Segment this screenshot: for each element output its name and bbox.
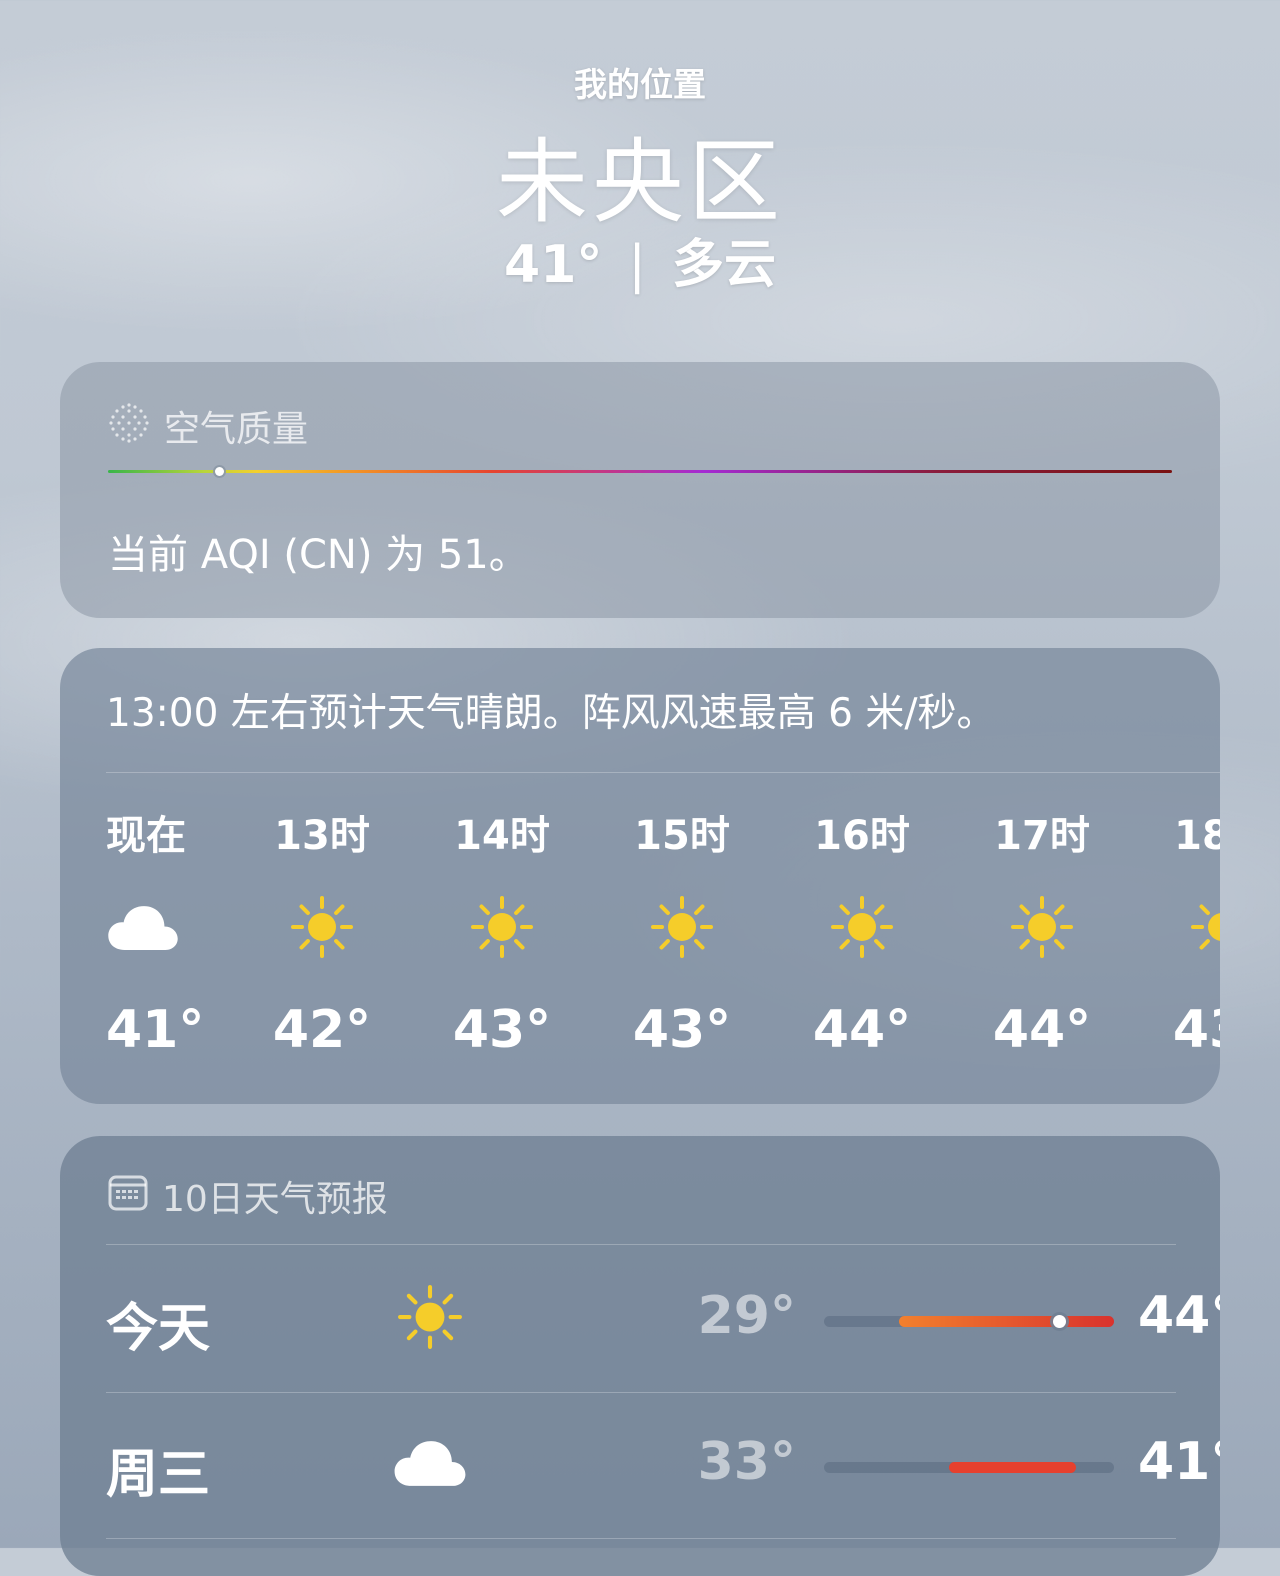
temperature-range-fill xyxy=(899,1316,1114,1327)
hour-temperature: 43° xyxy=(632,1000,732,1060)
ten-day-forecast-card[interactable]: 10日天气预报 今天 29° 44° 周三 33° 41° xyxy=(60,1136,1220,1576)
hourly-item: 18时 43° xyxy=(1132,808,1220,1060)
day-name: 今天 xyxy=(106,1299,211,1359)
ten-day-header: 10日天气预报 xyxy=(108,1170,388,1222)
temperature-range-bar xyxy=(824,1315,1114,1328)
air-quality-title: 空气质量 xyxy=(164,409,309,450)
air-quality-header: 空气质量 xyxy=(108,400,308,452)
sun-icon xyxy=(412,890,592,964)
current-condition-text: 多云 xyxy=(671,235,776,295)
day-name: 周三 xyxy=(106,1445,211,1505)
divider xyxy=(106,1244,1176,1245)
sun-icon xyxy=(952,890,1132,964)
current-temperature-dot xyxy=(1052,1315,1066,1328)
temperature-range-bar xyxy=(824,1462,1114,1473)
sun-icon xyxy=(772,890,952,964)
sun-icon xyxy=(232,890,412,964)
hour-temperature: 43° xyxy=(1172,1000,1220,1060)
current-temperature: 41° xyxy=(504,235,603,295)
daily-row[interactable]: 今天 29° 44° xyxy=(106,1246,1220,1392)
hourly-item: 13时 42° xyxy=(232,808,412,1060)
cloud-icon xyxy=(392,1428,468,1498)
daily-row[interactable]: 周三 33° 41° xyxy=(106,1392,1220,1538)
hour-label: 14时 xyxy=(454,813,550,859)
hourly-item: 15时 43° xyxy=(592,808,772,1060)
hourly-summary: 13:00 左右预计天气晴朗。阵风风速最高 6 米/秒。 xyxy=(106,691,996,736)
divider xyxy=(106,772,1220,773)
hour-label: 18时 xyxy=(1174,813,1220,859)
sun-icon xyxy=(392,1282,468,1352)
aqi-scale-bar xyxy=(108,470,1172,473)
hour-temperature: 44° xyxy=(992,1000,1092,1060)
hour-label: 16时 xyxy=(814,813,910,859)
low-temperature: 29° xyxy=(697,1286,796,1346)
ten-day-title: 10日天气预报 xyxy=(162,1179,388,1220)
my-location-label: 我的位置 xyxy=(574,65,706,104)
hour-temperature: 44° xyxy=(812,1000,912,1060)
hour-label: 13时 xyxy=(274,813,370,859)
hour-label: 15时 xyxy=(634,813,730,859)
high-temperature: 44° xyxy=(1138,1286,1220,1346)
temperature-range-fill xyxy=(948,1462,1077,1473)
hourly-item: 16时 44° xyxy=(772,808,952,1060)
hour-label: 17时 xyxy=(994,813,1090,859)
aqi-description: 当前 AQI (CN) 为 51。 xyxy=(108,532,529,578)
separator: | xyxy=(628,235,646,295)
current-conditions: 41° | 多云 xyxy=(0,222,1280,297)
high-temperature: 41° xyxy=(1138,1432,1220,1492)
calendar-icon xyxy=(108,1173,148,1220)
hour-temperature: 43° xyxy=(452,1000,552,1060)
aqi-indicator-dot xyxy=(215,467,225,476)
hourly-item: 14时 43° xyxy=(412,808,592,1060)
sun-icon xyxy=(1132,890,1220,964)
hourly-forecast-card[interactable]: 13:00 左右预计天气晴朗。阵风风速最高 6 米/秒。 现在 41° 13时 42°… xyxy=(60,648,1220,1104)
divider xyxy=(106,1538,1176,1539)
hourly-item: 17时 44° xyxy=(952,808,1132,1060)
low-temperature: 33° xyxy=(697,1432,796,1492)
aqi-dots-icon xyxy=(108,401,150,452)
air-quality-card[interactable]: 空气质量 当前 AQI (CN) 为 51。 xyxy=(60,362,1220,618)
sun-icon xyxy=(592,890,772,964)
hour-temperature: 42° xyxy=(272,1000,372,1060)
